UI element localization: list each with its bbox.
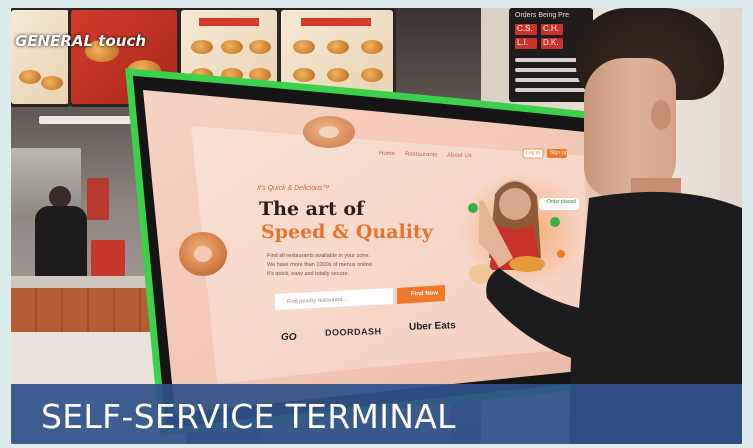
nav-about[interactable]: About Us (447, 153, 472, 160)
screen-body: Find all restaurants available in your z… (267, 252, 373, 279)
login-label[interactable]: Log In (526, 150, 540, 156)
title-banner: SELF-SERVICE TERMINAL (11, 384, 742, 444)
screen-body-line: It's quick, easy and totally secure. (267, 271, 350, 277)
banner-title: SELF-SERVICE TERMINAL (41, 397, 456, 436)
signup-label[interactable]: Sign Up (550, 150, 568, 156)
screen-body-line: We have more than 1000s of menus online. (267, 262, 374, 268)
partner-doordash-logo: DOORDASH (324, 326, 382, 338)
partner-ubereats-logo: Uber Eats (408, 320, 456, 333)
screen-body-line: Find all restaurants available in your z… (267, 253, 371, 259)
find-now-label[interactable]: Find Now (411, 290, 438, 297)
person-hand (479, 200, 513, 268)
person-ear (651, 100, 671, 130)
photo-frame: GENERAL touch Orders Being Pre C.S. C.H.… (11, 8, 742, 444)
screen-headline-2: Speed & Quality (261, 221, 433, 243)
nav-restaurants[interactable]: Restaurants (405, 151, 438, 158)
screen-tagline: It's Quick & Delicious™ (257, 185, 330, 192)
screen-headline-1: The art of (259, 198, 365, 220)
nav-home[interactable]: Home (379, 151, 395, 157)
partner-go-logo: GO (281, 332, 297, 343)
